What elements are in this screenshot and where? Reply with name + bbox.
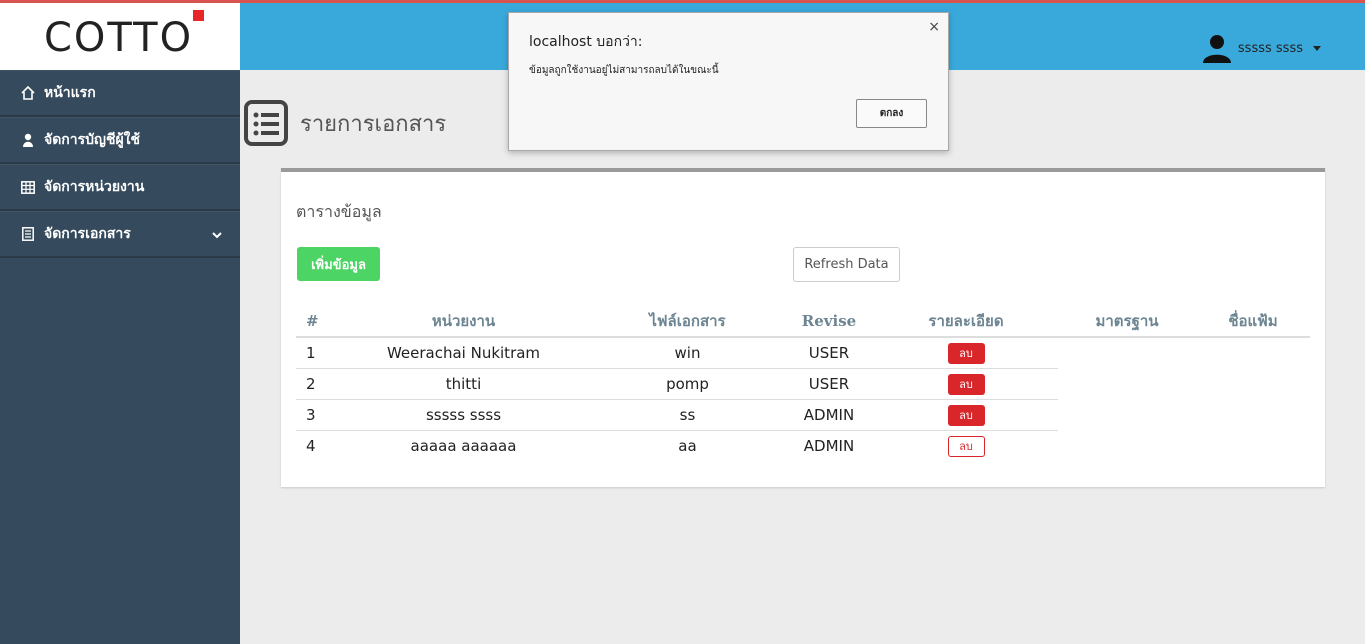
cell-number: 1 (296, 337, 336, 369)
cell-revise: USER (784, 368, 874, 400)
cell-department: Weerachai Nukitram (336, 337, 591, 369)
logo-square-icon (193, 10, 204, 21)
data-table-card: ตารางข้อมูล เพิ่มข้อมูล Refresh Data # ห… (281, 168, 1325, 487)
cell-details: ลบ (874, 368, 1058, 400)
cell-department: sssss ssss (336, 399, 591, 431)
table-icon (20, 179, 36, 195)
table-header-row: # หน่วยงาน ไฟล์เอกสาร Revise รายละเอียด … (296, 306, 1310, 338)
table-row: 2 thitti pomp USER ลบ (296, 368, 1310, 400)
delete-button[interactable]: ลบ (947, 435, 985, 457)
cell-folder-name (1196, 431, 1310, 462)
page-header: รายการเอกสาร (244, 100, 446, 146)
col-header-details[interactable]: รายละเอียด (874, 306, 1058, 338)
sidebar-item-documents[interactable]: จัดการเอกสาร (0, 211, 240, 258)
add-data-button[interactable]: เพิ่มข้อมูล (297, 247, 380, 281)
cell-number: 3 (296, 399, 336, 431)
document-icon (20, 226, 36, 242)
sidebar-item-label: จัดการเอกสาร (44, 226, 131, 242)
sidebar-item-label: หน้าแรก (44, 85, 96, 101)
cell-standard (1058, 400, 1196, 431)
table-row: 1 Weerachai Nukitram win USER ลบ (296, 337, 1310, 369)
sidebar-item-departments[interactable]: จัดการหน่วยงาน (0, 164, 240, 211)
user-menu[interactable]: sssss ssss (1202, 33, 1321, 63)
sidebar-item-home[interactable]: หน้าแรก (0, 70, 240, 117)
table-row: 3 sssss ssss ss ADMIN ลบ (296, 399, 1310, 431)
cell-revise: ADMIN (784, 399, 874, 431)
cell-details: ลบ (874, 337, 1058, 369)
cell-standard (1058, 431, 1196, 462)
page-title: รายการเอกสาร (300, 111, 447, 137)
ok-button[interactable]: ตกลง (856, 99, 927, 128)
col-header-number[interactable]: # (296, 306, 336, 338)
col-header-department[interactable]: หน่วยงาน (336, 306, 591, 338)
document-list-icon (244, 100, 288, 146)
cell-details: ลบ (874, 399, 1058, 431)
documents-table: # หน่วยงาน ไฟล์เอกสาร Revise รายละเอียด … (296, 306, 1310, 461)
sidebar-item-users[interactable]: จัดการบัญชีผู้ใช้ (0, 117, 240, 164)
refresh-data-button[interactable]: Refresh Data (793, 247, 900, 282)
cell-folder-name (1196, 337, 1310, 369)
col-header-file[interactable]: ไฟล์เอกสาร (591, 306, 784, 338)
sidebar-item-label: จัดการหน่วยงาน (44, 179, 145, 195)
cell-number: 4 (306, 437, 316, 455)
sidebar: หน้าแรก จัดการบัญชีผู้ใช้ จัดการหน่วยงาน… (0, 70, 240, 644)
col-header-folder-name[interactable]: ชื่อแฟ้ม (1196, 306, 1310, 338)
dialog-message: ข้อมูลถูกใช้งานอยู่ไม่สามารถลบได้ในขณะนี… (529, 65, 719, 76)
cell-file: win (591, 337, 784, 369)
cell-department: thitti (336, 368, 591, 400)
table-row: 4 aaaaa aaaaaa aa ADMIN ลบ (296, 431, 1310, 462)
cell-department: aaaaa aaaaaa (410, 437, 517, 455)
cell-file: ss (591, 399, 784, 431)
cell-number: 2 (296, 368, 336, 400)
chevron-down-icon (212, 227, 222, 243)
cell-standard (1058, 369, 1196, 400)
delete-button[interactable]: ลบ (947, 342, 985, 364)
cell-details: ลบ (874, 431, 1058, 462)
cell-revise: ADMIN (803, 437, 855, 455)
user-icon (1202, 35, 1231, 63)
close-icon[interactable]: × (928, 19, 940, 35)
cell-file: aa (678, 437, 697, 455)
cell-standard (1058, 337, 1196, 369)
cell-folder-name (1196, 400, 1310, 431)
col-header-revise[interactable]: Revise (784, 306, 874, 338)
caret-down-icon (1313, 45, 1321, 51)
sidebar-item-label: จัดการบัญชีผู้ใช้ (44, 132, 141, 148)
home-icon (20, 85, 36, 101)
dialog-title: localhost บอกว่า: (529, 34, 643, 50)
delete-button[interactable]: ลบ (947, 373, 985, 395)
card-title: ตารางข้อมูล (296, 202, 382, 221)
user-icon (20, 132, 36, 148)
logo[interactable]: COTTO (0, 3, 240, 70)
cell-revise: USER (784, 337, 874, 369)
user-name: sssss ssss (1237, 40, 1303, 56)
alert-dialog: localhost บอกว่า: × ข้อมูลถูกใช้งานอยู่ไ… (508, 12, 949, 151)
logo-text: COTTO (44, 15, 194, 61)
delete-button[interactable]: ลบ (947, 404, 985, 426)
col-header-standard[interactable]: มาตรฐาน (1058, 306, 1196, 338)
cell-folder-name (1196, 369, 1310, 400)
cell-file: pomp (591, 368, 784, 400)
